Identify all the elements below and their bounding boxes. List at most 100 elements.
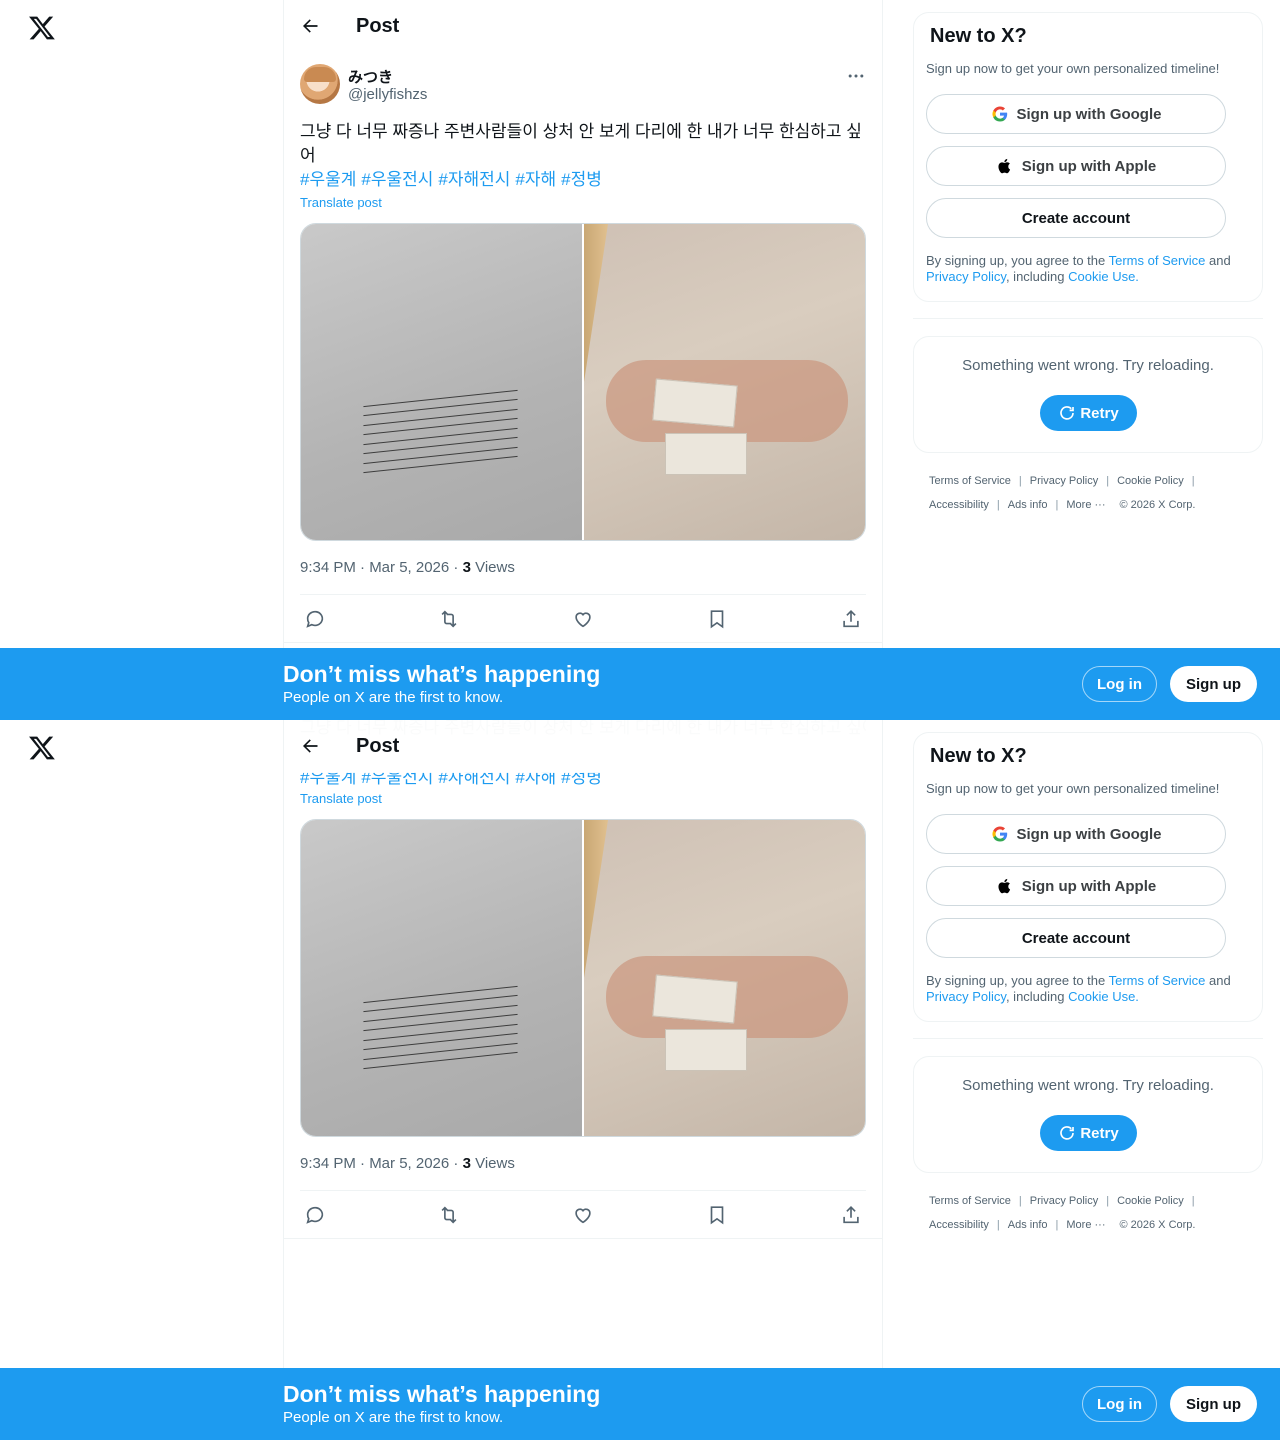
share-icon[interactable]: [840, 608, 862, 630]
footer-terms-link[interactable]: Terms of Service: [929, 475, 1011, 487]
share-icon[interactable]: [840, 1204, 862, 1226]
hashtag[interactable]: #자해전시: [438, 170, 510, 189]
page-title: Post: [356, 735, 400, 757]
footer-more-link[interactable]: More ···: [1066, 499, 1105, 511]
post-timestamp: 9:34 PM · Mar 5, 2026 · 3 Views: [300, 559, 515, 576]
footer-cookie-link[interactable]: Cookie Policy: [1117, 475, 1184, 487]
post-text: 그냥 다 너무 짜증나 주변사람들이 상처 안 보게 다리에 한 내가 너무 한…: [300, 122, 862, 165]
error-card: Something went wrong. Try reloading. Ret…: [913, 336, 1263, 453]
divider: [284, 1238, 882, 1239]
cookie-link[interactable]: Cookie Use.: [1068, 989, 1139, 1004]
views-count: 3: [462, 1155, 471, 1172]
footer-ads-link[interactable]: Ads info: [1008, 499, 1048, 511]
primary-column: 그냥 다 너무 짜증나 주변사람들이 상처 안 보게 다리에 한 내가 너무 한…: [283, 720, 883, 1440]
x-logo-icon[interactable]: [28, 734, 56, 762]
user-handle[interactable]: @jellyfishzs: [348, 86, 427, 103]
footer-accessibility-link[interactable]: Accessibility: [929, 499, 989, 511]
signup-banner: Don’t miss what’s happening People on X …: [0, 1368, 1280, 1440]
privacy-link[interactable]: Privacy Policy: [926, 989, 1006, 1004]
post-image-left[interactable]: [301, 224, 582, 540]
signup-legal-text: By signing up, you agree to the Terms of…: [926, 253, 1231, 284]
signup-card: New to X? Sign up now to get your own pe…: [913, 732, 1263, 1022]
hashtag[interactable]: #우울전시: [361, 170, 433, 189]
repost-icon[interactable]: [438, 1204, 460, 1226]
divider: [913, 1038, 1263, 1039]
post-author: みつき @jellyfishzs: [300, 64, 866, 108]
privacy-link[interactable]: Privacy Policy: [926, 269, 1006, 284]
error-message: Something went wrong. Try reloading.: [962, 357, 1214, 374]
footer-accessibility-link[interactable]: Accessibility: [929, 1219, 989, 1231]
post-actions: [300, 595, 866, 643]
login-button[interactable]: Log in: [1082, 1386, 1157, 1422]
reply-icon[interactable]: [304, 608, 326, 630]
primary-column: Post みつき @jellyfishzs 그냥 다 너무 짜증나 주변사람들이…: [283, 0, 883, 720]
google-icon: [991, 106, 1007, 122]
signup-card-title: New to X?: [930, 25, 1027, 47]
terms-link[interactable]: Terms of Service: [1109, 253, 1206, 268]
bookmark-icon[interactable]: [706, 608, 728, 630]
refresh-icon: [1060, 406, 1075, 420]
post-image-right[interactable]: [584, 224, 865, 540]
footer-cookie-link[interactable]: Cookie Policy: [1117, 1195, 1184, 1207]
error-message: Something went wrong. Try reloading.: [962, 1077, 1214, 1094]
reply-icon[interactable]: [304, 1204, 326, 1226]
more-options-icon[interactable]: [846, 66, 866, 86]
login-button[interactable]: Log in: [1082, 666, 1157, 702]
bookmark-icon[interactable]: [706, 1204, 728, 1226]
post-image-left[interactable]: [301, 820, 582, 1136]
avatar[interactable]: [300, 64, 340, 104]
apple-icon: [998, 878, 1010, 894]
like-icon[interactable]: [572, 608, 594, 630]
signup-button[interactable]: Sign up: [1170, 1386, 1257, 1422]
signup-apple-button[interactable]: Sign up with Apple: [926, 866, 1226, 906]
translate-post-link[interactable]: Translate post: [300, 195, 382, 210]
footer-terms-link[interactable]: Terms of Service: [929, 1195, 1011, 1207]
signup-google-button[interactable]: Sign up with Google: [926, 814, 1226, 854]
footer-ads-link[interactable]: Ads info: [1008, 1219, 1048, 1231]
signup-google-button[interactable]: Sign up with Google: [926, 94, 1226, 134]
footer-more-link[interactable]: More ···: [1066, 1219, 1105, 1231]
signup-card-subtitle: Sign up now to get your own personalized…: [926, 61, 1220, 76]
post-image-right[interactable]: [584, 820, 865, 1136]
signup-button[interactable]: Sign up: [1170, 666, 1257, 702]
signup-card: New to X? Sign up now to get your own pe…: [913, 12, 1263, 302]
banner-subline: People on X are the first to know.: [283, 689, 504, 706]
footer-privacy-link[interactable]: Privacy Policy: [1030, 1195, 1098, 1207]
terms-link[interactable]: Terms of Service: [1109, 973, 1206, 988]
hashtag[interactable]: #자해: [515, 170, 556, 189]
signup-card-title: New to X?: [930, 745, 1027, 767]
sidebar-footer: Terms of Service | Privacy Policy | Cookie P…: [929, 1195, 1196, 1231]
display-name[interactable]: みつき: [348, 66, 393, 87]
sidebar-footer: Terms of Service | Privacy Policy | Cookie P…: [929, 475, 1196, 511]
error-card: Something went wrong. Try reloading. Ret…: [913, 1056, 1263, 1173]
google-icon: [991, 826, 1007, 842]
divider: [913, 318, 1263, 319]
post-media[interactable]: [300, 223, 866, 541]
hashtag[interactable]: #정병: [561, 170, 602, 189]
x-logo-icon[interactable]: [28, 14, 56, 42]
hashtag[interactable]: #우울계: [300, 170, 356, 189]
retry-button[interactable]: Retry: [1040, 1115, 1137, 1151]
footer-privacy-link[interactable]: Privacy Policy: [1030, 475, 1098, 487]
repost-icon[interactable]: [438, 608, 460, 630]
cookie-link[interactable]: Cookie Use.: [1068, 269, 1139, 284]
copyright: © 2026 X Corp.: [1119, 499, 1196, 511]
back-arrow-icon[interactable]: [300, 16, 320, 36]
apple-icon: [998, 158, 1010, 174]
create-account-button[interactable]: Create account: [926, 198, 1226, 238]
signup-banner: Don’t miss what’s happening People on X …: [0, 648, 1280, 720]
signup-apple-button[interactable]: Sign up with Apple: [926, 146, 1226, 186]
post-actions: [300, 1191, 866, 1239]
banner-headline: Don’t miss what’s happening: [283, 1381, 601, 1407]
post-media[interactable]: [300, 819, 866, 1137]
translate-post-link[interactable]: Translate post: [300, 791, 382, 806]
create-account-button[interactable]: Create account: [926, 918, 1226, 958]
page-title: Post: [356, 15, 400, 37]
post-timestamp: 9:34 PM · Mar 5, 2026 · 3 Views: [300, 1155, 515, 1172]
back-arrow-icon[interactable]: [300, 736, 320, 756]
refresh-icon: [1060, 1126, 1075, 1140]
retry-button[interactable]: Retry: [1040, 395, 1137, 431]
banner-subline: People on X are the first to know.: [283, 1409, 504, 1426]
viewport-scrolled: 그냥 다 너무 짜증나 주변사람들이 상처 안 보게 다리에 한 내가 너무 한…: [0, 720, 1280, 1440]
like-icon[interactable]: [572, 1204, 594, 1226]
